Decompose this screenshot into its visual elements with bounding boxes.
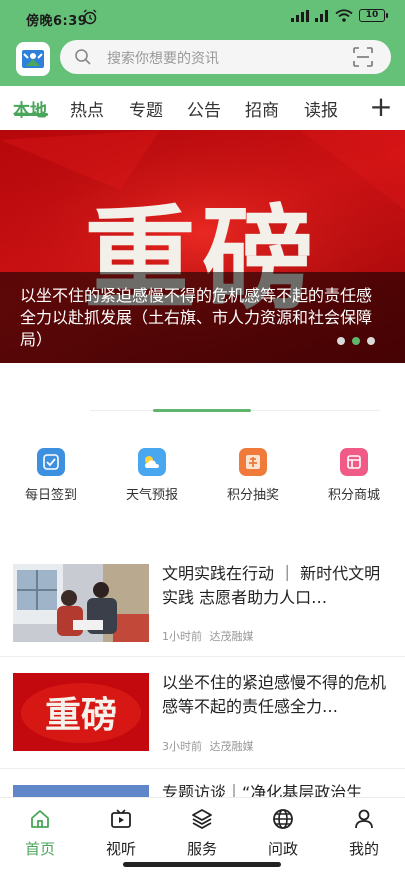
search-icon <box>75 49 91 65</box>
header: 傍晚6:39 10 搜索你想要的资讯 <box>0 0 405 86</box>
news-divider <box>0 768 405 769</box>
news-divider <box>0 656 405 657</box>
news-title[interactable]: 以坐不住的紧迫感慢不得的危机感等不起的责任感全力… <box>162 671 392 719</box>
section-indicator <box>153 409 251 412</box>
quick-action-checkin[interactable]: 每日签到 <box>13 448 89 503</box>
app-logo[interactable] <box>16 42 50 76</box>
quick-action-label: 天气预报 <box>125 488 178 503</box>
search-input[interactable]: 搜索你想要的资讯 <box>107 48 219 68</box>
scan-icon[interactable] <box>353 47 373 67</box>
banner-caption[interactable]: 以坐不住的紧迫感慢不得的危机感等不起的责任感全力以赴抓发展（土右旗、市人力资源和… <box>20 285 385 351</box>
nav-label: 首页 <box>24 840 55 858</box>
weather-icon <box>138 448 166 476</box>
quick-action-shop[interactable]: 积分商城 <box>316 448 392 503</box>
nav-service[interactable]: 服务 <box>172 808 232 859</box>
news-item[interactable]: 专题访谈｜“净化基层政治生 <box>0 772 405 797</box>
news-title[interactable]: 专题访谈｜“净化基层政治生 <box>162 781 392 797</box>
thumb-big-text: 重磅 <box>45 695 117 736</box>
news-thumbnail <box>13 785 149 797</box>
tabs-fade <box>345 86 365 130</box>
status-indicators: 10 <box>291 9 388 22</box>
signal-hd-icon <box>315 9 328 22</box>
carousel-dot-active[interactable] <box>352 337 360 345</box>
news-source: 达茂融媒 <box>209 630 254 643</box>
nav-label: 问政 <box>267 840 298 858</box>
logo-icon <box>22 50 44 68</box>
tab-topics[interactable]: 专题 <box>129 96 163 121</box>
tab-hot[interactable]: 热点 <box>70 96 104 121</box>
news-thumbnail: 重磅 <box>13 673 149 751</box>
active-tab-indicator <box>14 113 48 116</box>
person-icon <box>355 809 373 829</box>
news-source: 达茂融媒 <box>209 740 254 753</box>
signal-icon <box>291 9 309 22</box>
alarm-icon <box>83 9 97 25</box>
news-meta: 1小时前 达茂融媒 <box>162 628 254 644</box>
carousel-dots <box>337 337 375 345</box>
globe-icon <box>273 809 293 829</box>
tab-local[interactable]: 本地 <box>13 96 47 121</box>
news-item[interactable]: 文明实践在行动 ｜ 新时代文明实践 志愿者助力人口… 1小时前 达茂融媒 <box>0 552 405 662</box>
layers-icon <box>192 809 212 829</box>
tab-notices[interactable]: 公告 <box>187 96 221 121</box>
lottery-icon <box>239 448 267 476</box>
banner-carousel[interactable]: 重磅 以坐不住的紧迫感慢不得的危机感等不起的责任感全力以赴抓发展（土右旗、市人力… <box>0 130 405 363</box>
news-time: 3小时前 <box>162 740 202 753</box>
quick-action-label: 积分抽奖 <box>226 488 279 503</box>
home-indicator <box>123 862 281 867</box>
quick-action-lottery[interactable]: 积分抽奖 <box>215 448 291 503</box>
video-icon <box>111 809 131 828</box>
shop-icon <box>340 448 368 476</box>
nav-label: 服务 <box>186 840 217 858</box>
news-title[interactable]: 文明实践在行动 ｜ 新时代文明实践 志愿者助力人口… <box>162 562 392 610</box>
status-bar: 傍晚6:39 10 <box>0 0 405 36</box>
news-thumbnail <box>13 564 149 642</box>
tab-investment[interactable]: 招商 <box>245 96 279 121</box>
nav-label: 我的 <box>348 840 379 858</box>
carousel-dot[interactable] <box>337 337 345 345</box>
quick-action-weather[interactable]: 天气预报 <box>114 448 190 503</box>
tab-newspaper[interactable]: 读报 <box>304 96 338 121</box>
wifi-icon <box>335 9 353 22</box>
nav-label: 视听 <box>105 840 136 858</box>
news-meta: 3小时前 达茂融媒 <box>162 738 254 754</box>
quick-action-label: 每日签到 <box>24 488 77 503</box>
nav-home[interactable]: 首页 <box>10 808 70 859</box>
home-icon <box>31 810 49 828</box>
search-bar[interactable]: 搜索你想要的资讯 <box>60 40 391 74</box>
quick-action-label: 积分商城 <box>327 488 380 503</box>
carousel-dot[interactable] <box>367 337 375 345</box>
news-item[interactable]: 重磅 以坐不住的紧迫感慢不得的危机感等不起的责任感全力… 3小时前 达茂融媒 <box>0 660 405 770</box>
news-time: 1小时前 <box>162 630 202 643</box>
status-time: 傍晚6:39 <box>26 14 88 29</box>
nav-video[interactable]: 视听 <box>91 808 151 859</box>
add-tab-button[interactable]: + <box>366 92 396 122</box>
battery-icon: 10 <box>359 9 388 22</box>
nav-mine[interactable]: 我的 <box>334 808 394 859</box>
sign-in-icon <box>37 448 65 476</box>
nav-inquiry[interactable]: 问政 <box>253 808 313 859</box>
